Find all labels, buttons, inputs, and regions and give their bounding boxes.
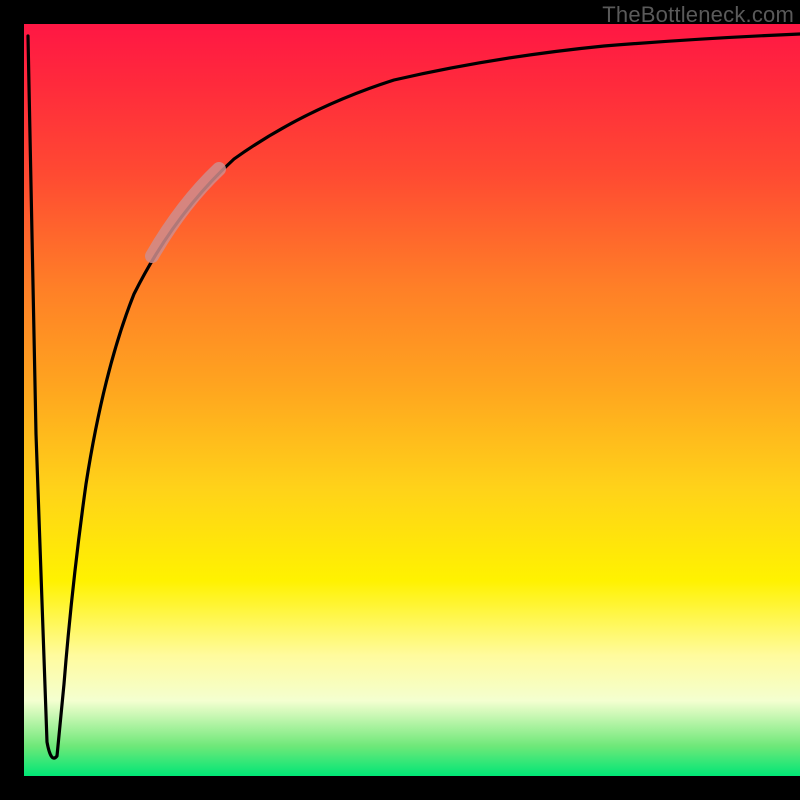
bottleneck-curve [28,34,800,758]
chart-frame: TheBottleneck.com [0,0,800,800]
highlight-segment [152,169,219,256]
curve-layer [24,24,800,776]
